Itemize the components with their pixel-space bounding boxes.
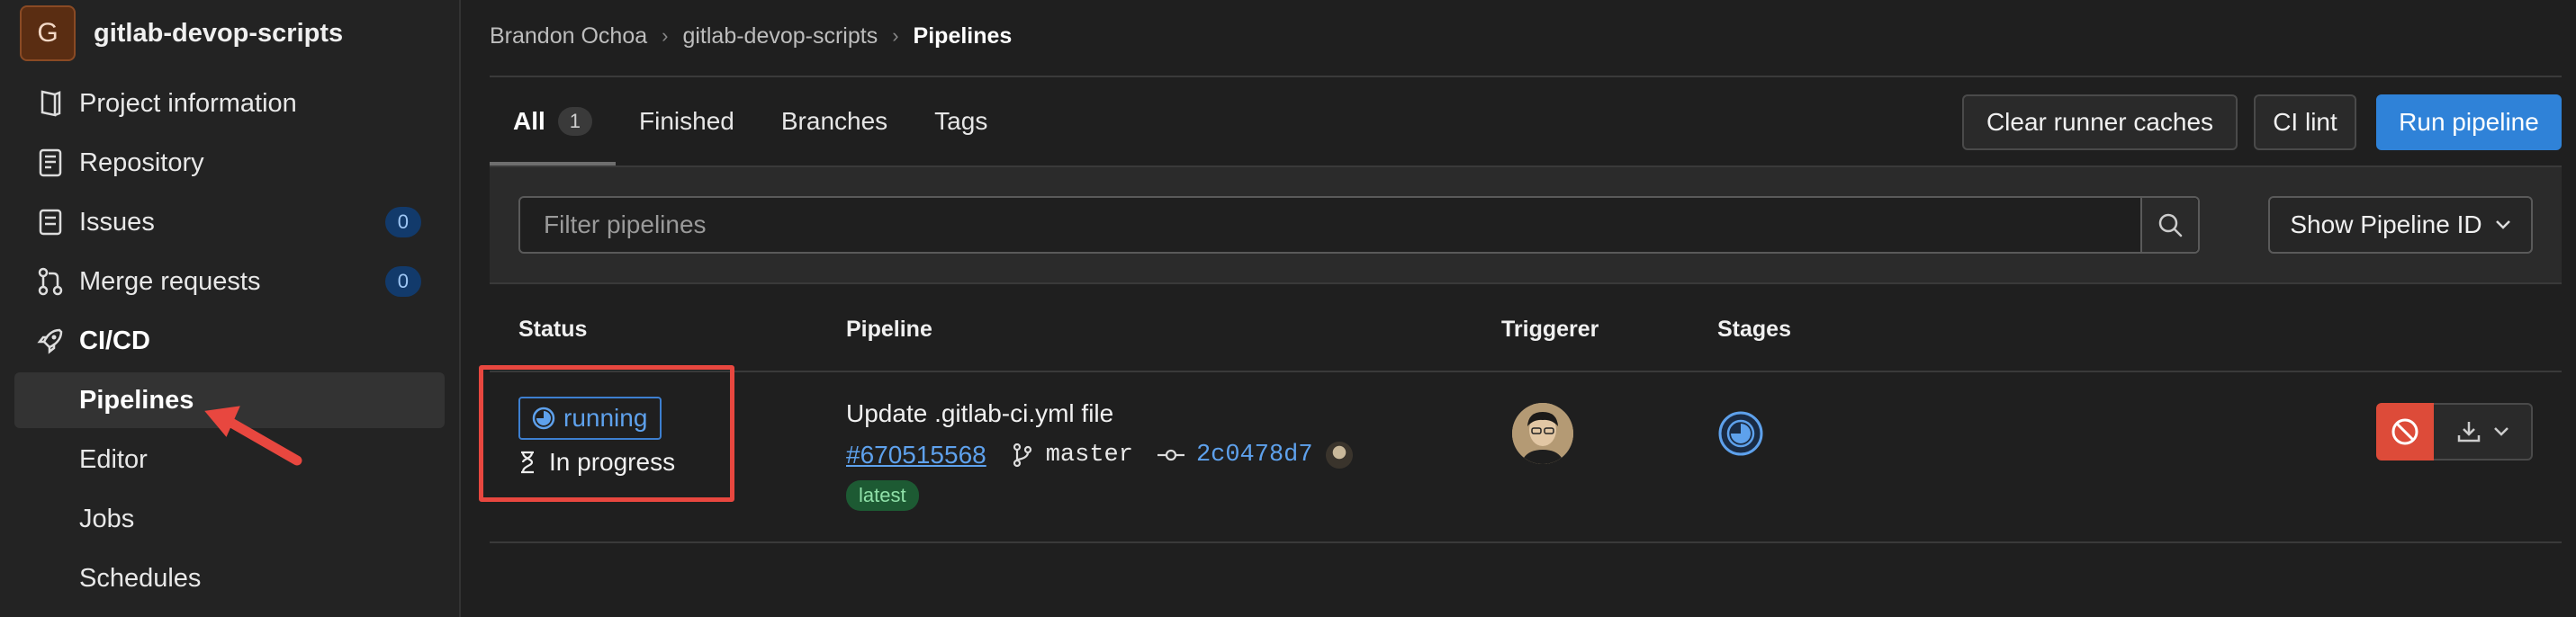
filter-search-box	[518, 196, 2200, 254]
branch-name: master	[1045, 442, 1133, 469]
sidebar-item-repository[interactable]: Repository	[14, 135, 445, 191]
pipeline-id-link[interactable]: #670515568	[846, 441, 986, 469]
filter-bar: Show Pipeline ID	[490, 165, 2562, 284]
download-icon	[2457, 422, 2481, 443]
clear-runner-caches-button[interactable]: Clear runner caches	[1962, 94, 2238, 150]
download-artifacts-button[interactable]	[2434, 403, 2533, 461]
breadcrumb-project[interactable]: gitlab-devop-scripts	[682, 23, 878, 49]
breadcrumb-user[interactable]: Brandon Ochoa	[490, 23, 647, 49]
breadcrumb: Brandon Ochoa › gitlab-devop-scripts › P…	[490, 18, 1012, 54]
commit-sha: 2c0478d7	[1195, 442, 1313, 469]
commit-icon	[1157, 446, 1185, 464]
sidebar-subitem-label: Jobs	[79, 504, 135, 533]
tab-label: Finished	[639, 107, 734, 135]
sidebar-item-label: Project information	[79, 88, 297, 118]
breadcrumb-current[interactable]: Pipelines	[914, 23, 1013, 49]
run-pipeline-button[interactable]: Run pipeline	[2376, 94, 2562, 150]
commit-title[interactable]: Update .gitlab-ci.yml file	[846, 399, 1113, 428]
sidebar-item-project-information[interactable]: Project information	[14, 76, 445, 131]
sidebar-item-label: Merge requests	[79, 266, 261, 296]
sidebar-item-label: CI/CD	[79, 326, 150, 355]
chevron-down-icon	[2494, 427, 2508, 436]
sidebar-subitem-label: Schedules	[79, 563, 202, 593]
hourglass-icon	[518, 451, 536, 474]
sidebar-item-label: Repository	[79, 148, 204, 177]
duration-text: In progress	[549, 448, 676, 476]
latest-badge: latest	[846, 480, 919, 511]
sidebar: G gitlab-devop-scripts Project informati…	[0, 0, 461, 617]
triggerer-avatar[interactable]	[1512, 403, 1573, 464]
chevron-right-icon: ›	[892, 24, 899, 47]
project-header[interactable]: G gitlab-devop-scripts	[20, 5, 343, 61]
project-info-icon	[32, 85, 68, 121]
commit-ref[interactable]: 2c0478d7	[1157, 442, 1313, 469]
main-content: Brandon Ochoa › gitlab-devop-scripts › P…	[479, 0, 2562, 617]
tab-all[interactable]: All 1	[490, 77, 617, 165]
chevron-right-icon: ›	[662, 24, 669, 47]
header-status: Status	[518, 317, 588, 342]
status-label: running	[563, 404, 648, 432]
ci-lint-button[interactable]: CI lint	[2254, 94, 2356, 150]
header-triggerer: Triggerer	[1501, 317, 1599, 342]
stage-running-icon[interactable]	[1717, 410, 1764, 461]
branch-icon	[1012, 443, 1033, 468]
rocket-icon	[32, 323, 68, 359]
project-avatar: G	[20, 5, 76, 61]
sidebar-item-issues[interactable]: Issues 0	[14, 194, 445, 250]
filter-pipelines-input[interactable]	[520, 198, 2140, 252]
issues-count-badge: 0	[384, 207, 421, 237]
search-icon	[2158, 213, 2183, 237]
tab-finished[interactable]: Finished	[616, 77, 758, 165]
table-header: Status Pipeline Triggerer Stages	[490, 284, 2562, 372]
annotation-arrow-icon	[204, 406, 302, 466]
pipeline-meta: #670515568 master 2c0478d7	[846, 437, 1353, 473]
cancel-pipeline-button[interactable]	[2376, 403, 2434, 461]
repository-icon	[32, 145, 68, 181]
tab-branches[interactable]: Branches	[758, 77, 911, 165]
tab-count-badge: 1	[557, 107, 593, 136]
status-badge-running[interactable]: running	[518, 397, 662, 440]
issues-icon	[32, 204, 68, 240]
sidebar-item-cicd[interactable]: CI/CD	[14, 313, 445, 369]
cancel-icon	[2391, 418, 2418, 445]
commit-author-avatar[interactable]	[1325, 442, 1353, 469]
show-pipeline-id-dropdown[interactable]: Show Pipeline ID	[2268, 196, 2533, 254]
running-status-icon	[531, 406, 556, 431]
merge-request-icon	[32, 264, 68, 300]
table-row: running In progress Update .gitlab-ci.ym…	[479, 365, 2562, 543]
duration: In progress	[518, 448, 675, 477]
header-pipeline: Pipeline	[846, 317, 932, 342]
project-name: gitlab-devop-scripts	[94, 18, 344, 48]
sidebar-subitem-schedules[interactable]: Schedules	[14, 550, 445, 606]
sidebar-item-merge-requests[interactable]: Merge requests 0	[14, 254, 445, 309]
tab-label: Branches	[780, 107, 888, 135]
chevron-down-icon	[2495, 220, 2510, 229]
tab-label: All	[513, 107, 545, 135]
merge-requests-count-badge: 0	[384, 266, 421, 297]
dropdown-label: Show Pipeline ID	[2290, 210, 2482, 238]
branch-ref[interactable]: master	[1012, 442, 1133, 469]
tab-tags[interactable]: Tags	[911, 77, 1011, 165]
header-stages: Stages	[1717, 317, 1791, 342]
pipeline-tabs: All 1 Finished Branches Tags	[490, 77, 1011, 165]
search-button[interactable]	[2140, 198, 2198, 252]
sidebar-item-label: Issues	[79, 207, 155, 237]
tab-label: Tags	[934, 107, 988, 135]
sidebar-subitem-jobs[interactable]: Jobs	[14, 491, 445, 547]
